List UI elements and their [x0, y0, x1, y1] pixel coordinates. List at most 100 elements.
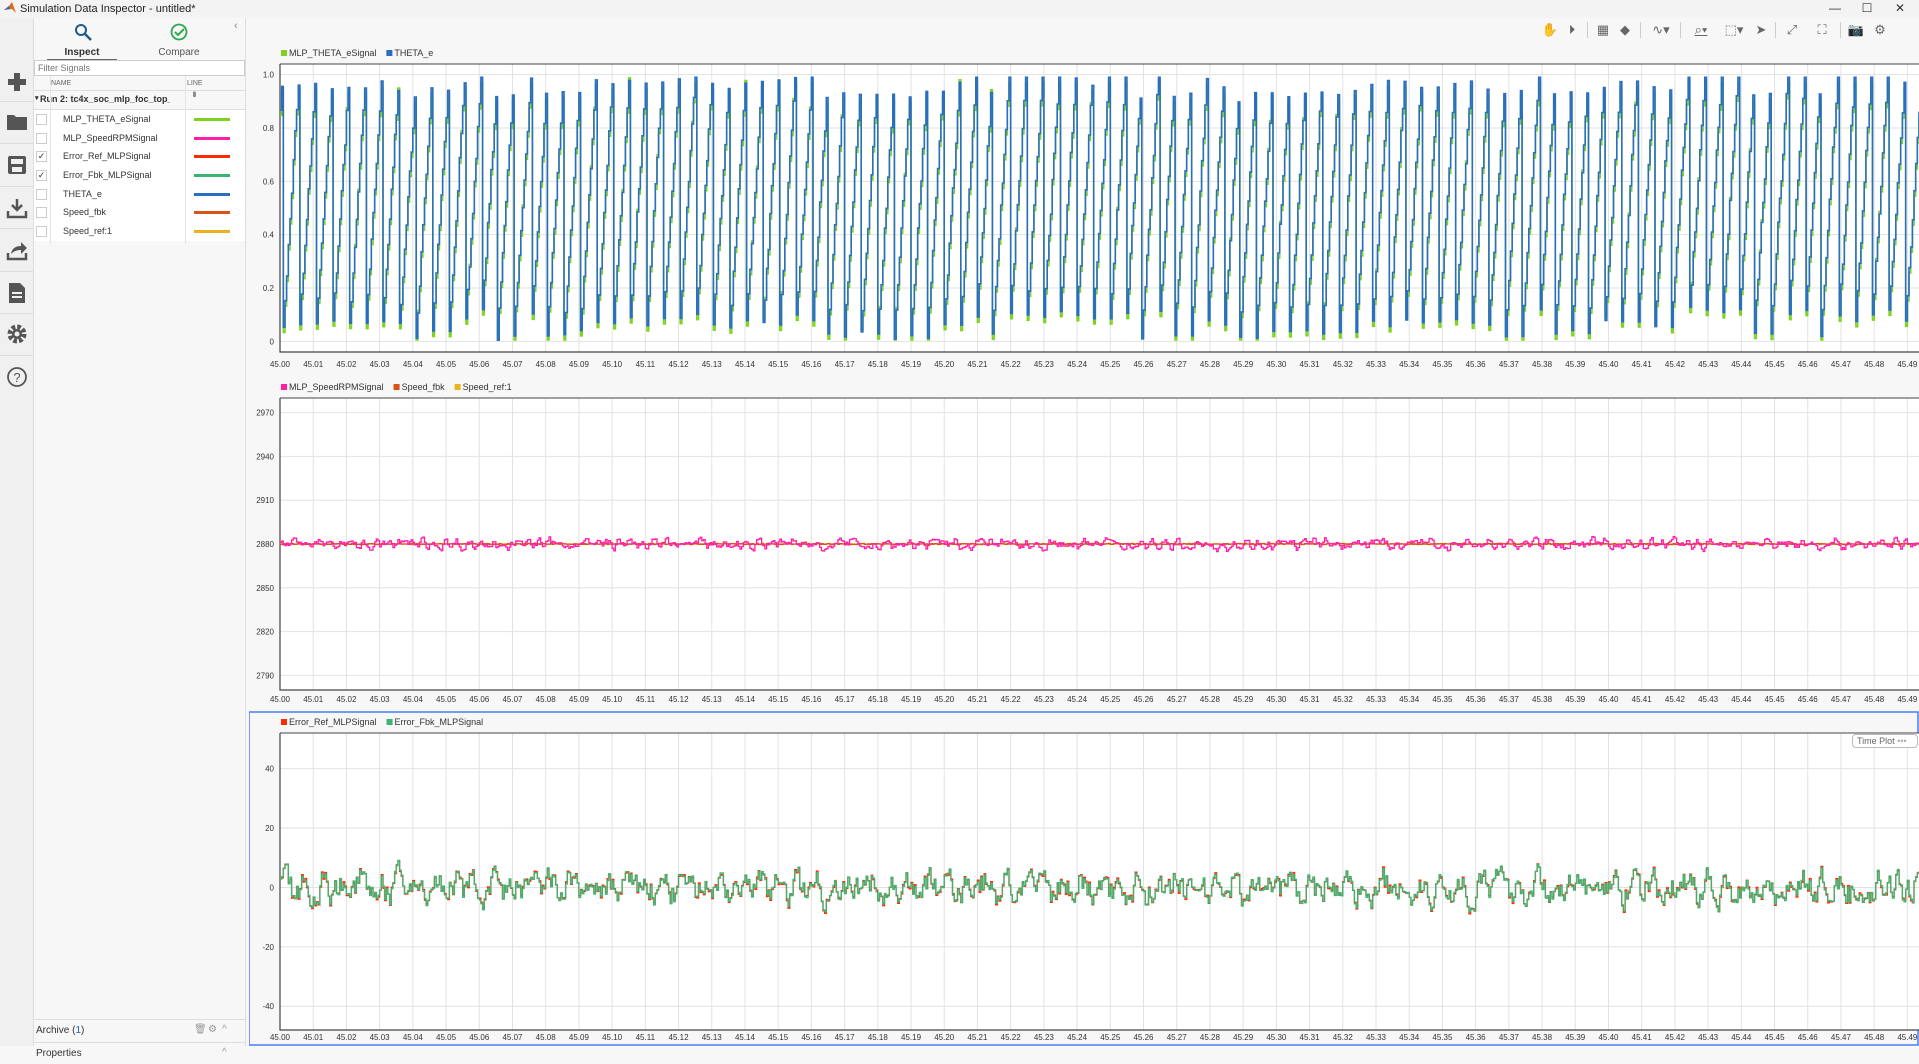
x-tick-label: 45.40	[1598, 1033, 1619, 1042]
x-tick-label: 45.27	[1167, 1033, 1188, 1042]
x-tick-label: 45.16	[801, 360, 822, 369]
signal-row[interactable]: Speed_fbk	[34, 203, 245, 222]
x-tick-label: 45.39	[1565, 695, 1586, 704]
legend-entry[interactable]: Speed_ref:1	[463, 382, 512, 392]
x-tick-label: 45.36	[1466, 1033, 1487, 1042]
archive-settings-icon[interactable]: ⚙	[208, 1024, 217, 1035]
x-tick-label: 45.48	[1864, 1033, 1885, 1042]
signal-line-swatch[interactable]	[194, 192, 230, 196]
legend-entry[interactable]: Speed_fbk	[402, 382, 446, 392]
new-icon[interactable]	[3, 68, 31, 96]
signal-checkbox[interactable]	[36, 207, 47, 219]
x-tick-label: 45.33	[1366, 360, 1387, 369]
tab-inspect[interactable]: Inspect	[47, 20, 117, 61]
help-icon[interactable]: ?	[3, 363, 31, 391]
properties-section[interactable]: Properties ^	[34, 1042, 245, 1064]
tab-compare[interactable]: Compare	[144, 20, 214, 60]
trash-icon[interactable]: 🗑	[194, 1024, 207, 1035]
run-row[interactable]: ▾ Run 2: tc4x_soc_mlp_foc_top_sw_Tri •••	[34, 91, 245, 110]
x-tick-label: 45.42	[1665, 695, 1686, 704]
y-tick-label: 2850	[256, 584, 274, 593]
x-tick-label: 45.01	[303, 695, 324, 704]
x-tick-label: 45.06	[469, 360, 490, 369]
y-tick-label: -20	[262, 943, 274, 952]
y-tick-label: -40	[262, 1002, 274, 1011]
x-tick-label: 45.26	[1133, 360, 1154, 369]
plot-area[interactable]: 45.00 45.01 45.02 45.03 45.04 45.05 45.06 45.07…	[249, 18, 1919, 1046]
save-icon[interactable]	[3, 151, 31, 179]
signal-line-swatch[interactable]	[194, 174, 230, 178]
x-tick-label: 45.10	[602, 360, 623, 369]
x-tick-label: 45.28	[1200, 1033, 1221, 1042]
x-tick-label: 45.15	[768, 360, 789, 369]
collapse-sidebar-icon[interactable]: ‹	[234, 20, 238, 32]
x-tick-label: 45.18	[868, 1033, 889, 1042]
x-tick-label: 45.25	[1100, 1033, 1121, 1042]
settings-icon[interactable]	[3, 320, 31, 348]
x-tick-label: 45.02	[336, 1033, 357, 1042]
x-tick-label: 45.29	[1233, 695, 1254, 704]
export-icon[interactable]	[3, 236, 31, 264]
x-tick-label: 45.28	[1200, 695, 1221, 704]
legend-entry[interactable]: THETA_e	[394, 48, 433, 58]
signal-line-swatch[interactable]	[194, 211, 230, 215]
import-icon[interactable]	[3, 194, 31, 222]
close-button[interactable]: ✕	[1885, 0, 1915, 18]
x-tick-label: 45.28	[1200, 360, 1221, 369]
expand-run-icon[interactable]: ▾	[35, 94, 39, 102]
signal-line-swatch[interactable]	[194, 118, 230, 121]
chevron-up-icon[interactable]: ^	[222, 1047, 227, 1058]
time-plot-3[interactable]: 45.00 45.01 45.02 45.03 45.04 45.05 45.06 45.07…	[262, 717, 1919, 1042]
x-tick-label: 45.17	[835, 1033, 856, 1042]
time-plot-1[interactable]: 45.00 45.01 45.02 45.03 45.04 45.05 45.06 45.07…	[263, 48, 1919, 369]
x-tick-label: 45.10	[602, 695, 623, 704]
signal-row[interactable]: ✓ Error_Ref_MLPSignal	[34, 147, 245, 166]
archive-section[interactable]: Archive (1) 🗑 ⚙ ^	[34, 1019, 245, 1041]
x-tick-label: 45.00	[270, 695, 291, 704]
x-tick-label: 45.03	[370, 695, 391, 704]
x-tick-label: 45.00	[270, 360, 291, 369]
y-tick-label: 0	[270, 337, 275, 346]
x-tick-label: 45.38	[1532, 695, 1553, 704]
signal-checkbox[interactable]	[36, 226, 47, 238]
time-plot-badge[interactable]: Time Plot •••	[1852, 734, 1918, 748]
x-tick-label: 45.14	[735, 695, 756, 704]
y-tick-label: 2820	[256, 628, 274, 637]
action-bar: ?	[0, 18, 34, 1046]
y-tick-label: 20	[265, 824, 274, 833]
time-plot-2[interactable]: 45.00 45.01 45.02 45.03 45.04 45.05 45.06 45.07…	[256, 382, 1919, 704]
open-folder-icon[interactable]	[3, 108, 31, 136]
filter-signals-input[interactable]	[34, 60, 245, 76]
signal-line-swatch[interactable]	[194, 136, 230, 140]
more-options-icon[interactable]: •••	[1897, 736, 1906, 746]
x-tick-label: 45.12	[669, 695, 690, 704]
chevron-up-icon[interactable]: ^	[222, 1024, 227, 1035]
x-tick-label: 45.33	[1366, 695, 1387, 704]
column-header-line[interactable]: LINE	[187, 80, 203, 87]
minimize-button[interactable]: —	[1820, 0, 1850, 18]
legend-entry[interactable]: Error_Ref_MLPSignal	[289, 717, 377, 727]
signal-checkbox[interactable]: ✓	[36, 170, 47, 182]
signal-line-swatch[interactable]	[194, 230, 230, 234]
signal-row[interactable]: MLP_SpeedRPMSignal	[34, 129, 245, 148]
signal-checkbox[interactable]: ✓	[36, 151, 47, 163]
signal-row[interactable]: MLP_THETA_eSignal	[34, 110, 245, 129]
signal-row[interactable]: THETA_e	[34, 185, 245, 204]
signal-row[interactable]: Speed_ref:1	[34, 222, 245, 241]
signal-checkbox[interactable]	[36, 114, 47, 125]
maximize-button[interactable]: ☐	[1852, 0, 1882, 18]
x-tick-label: 45.30	[1266, 1033, 1287, 1042]
signal-name: Error_Fbk_MLPSignal	[63, 170, 152, 181]
run-options-icon[interactable]: •••	[188, 91, 199, 96]
column-header-name[interactable]: NAME	[51, 80, 71, 87]
report-icon[interactable]	[3, 279, 31, 307]
signal-checkbox[interactable]	[36, 132, 47, 144]
x-tick-label: 45.37	[1499, 360, 1520, 369]
signal-row[interactable]: ✓ Error_Fbk_MLPSignal	[34, 166, 245, 185]
legend-entry[interactable]: MLP_SpeedRPMSignal	[289, 382, 384, 392]
signal-line-swatch[interactable]	[194, 155, 230, 159]
signal-checkbox[interactable]	[36, 188, 47, 200]
legend-entry[interactable]: MLP_THETA_eSignal	[289, 48, 376, 58]
legend-entry[interactable]: Error_Fbk_MLPSignal	[395, 717, 484, 727]
x-tick-label: 45.46	[1798, 695, 1819, 704]
